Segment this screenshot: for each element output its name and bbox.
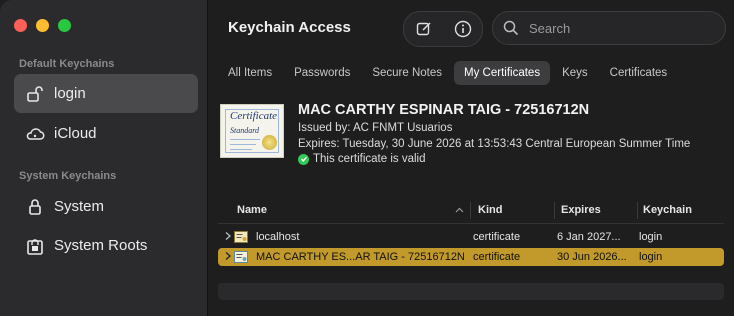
row-name: localhost — [256, 231, 300, 243]
system-keychains-heading: System Keychains — [19, 170, 117, 182]
column-header-kind[interactable]: Kind — [478, 204, 502, 216]
toolbar-button-group — [403, 11, 483, 47]
sidebar-item-system[interactable]: System — [14, 187, 198, 226]
maximize-window-button[interactable] — [58, 19, 71, 32]
compose-icon — [416, 22, 431, 36]
lock-cabinet-icon — [24, 235, 46, 257]
tab-secure-notes[interactable]: Secure Notes — [362, 61, 452, 85]
checkmark-icon — [298, 153, 309, 165]
disclosure-chevron-icon[interactable] — [224, 251, 232, 261]
certificate-summary: Certificate Standard MAC CARTHY ESPINAR … — [220, 100, 734, 170]
tab-certificates[interactable]: Certificates — [600, 61, 678, 85]
info-icon — [454, 20, 471, 38]
category-tabs: All Items Passwords Secure Notes My Cert… — [218, 61, 677, 85]
tab-keys[interactable]: Keys — [552, 61, 598, 85]
column-header-expires[interactable]: Expires — [561, 204, 601, 216]
table-row[interactable]: localhost certificate 6 Jan 2027... logi… — [218, 228, 724, 246]
sidebar-item-icloud[interactable]: iCloud — [14, 114, 198, 153]
certificate-issuer: Issued by: AC FNMT Usuarios — [298, 122, 453, 134]
column-header-keychain[interactable]: Keychain — [643, 204, 692, 216]
minimize-window-button[interactable] — [36, 19, 49, 32]
certificates-table: Name Kind Expires Keychain localhost cer… — [218, 199, 724, 266]
validity-text: This certificate is valid — [313, 153, 426, 165]
sidebar-item-label: login — [54, 85, 86, 102]
row-name: MAC CARTHY ES...AR TAIG - 72516712N — [256, 251, 465, 263]
window-title: Keychain Access — [228, 19, 351, 36]
sidebar-item-label: iCloud — [54, 125, 97, 142]
window-controls — [14, 19, 71, 32]
empty-table-row — [218, 283, 724, 300]
row-expires: 6 Jan 2027... — [557, 231, 621, 243]
main-content: Keychain Access All Items Passwords Secu… — [208, 0, 734, 316]
sidebar-item-login[interactable]: login — [14, 74, 198, 113]
cloud-icon — [24, 123, 46, 145]
row-kind: certificate — [473, 251, 521, 263]
row-keychain: login — [639, 231, 663, 243]
new-item-button[interactable] — [413, 18, 435, 40]
row-expires: 30 Jun 2026... — [557, 251, 627, 263]
sidebar-item-system-roots[interactable]: System Roots — [14, 226, 198, 265]
certificate-icon — [234, 251, 248, 263]
sidebar: Default Keychains login iCloud System Ke… — [0, 0, 208, 316]
certificate-image: Certificate Standard — [220, 104, 284, 158]
tab-all-items[interactable]: All Items — [218, 61, 282, 85]
certificate-expiry: Expires: Tuesday, 30 June 2026 at 13:53:… — [298, 138, 691, 150]
certificate-image-subtitle: Standard — [230, 126, 260, 135]
row-keychain: login — [639, 251, 663, 263]
keychain-access-window: Default Keychains login iCloud System Ke… — [0, 0, 734, 316]
default-keychains-heading: Default Keychains — [19, 58, 115, 70]
certificate-name: MAC CARTHY ESPINAR TAIG - 72516712N — [298, 102, 590, 118]
table-header: Name Kind Expires Keychain — [218, 199, 724, 224]
disclosure-chevron-icon[interactable] — [224, 231, 232, 241]
column-header-name[interactable]: Name — [237, 204, 267, 216]
info-button[interactable] — [452, 18, 474, 40]
close-window-button[interactable] — [14, 19, 27, 32]
certificate-validity: This certificate is valid — [298, 153, 425, 165]
unlocked-padlock-icon — [24, 83, 46, 105]
certificate-icon — [234, 231, 248, 243]
search-field[interactable] — [492, 11, 726, 45]
seal-icon — [262, 135, 277, 150]
padlock-icon — [24, 196, 46, 218]
table-row-selected[interactable]: MAC CARTHY ES...AR TAIG - 72516712N cert… — [218, 248, 724, 266]
sidebar-item-label: System — [54, 198, 105, 215]
tab-passwords[interactable]: Passwords — [284, 61, 360, 85]
tab-my-certificates[interactable]: My Certificates — [454, 61, 551, 85]
sidebar-item-label: System Roots — [54, 237, 148, 254]
search-icon — [503, 20, 519, 36]
sort-ascending-icon[interactable] — [455, 207, 464, 213]
row-kind: certificate — [473, 231, 521, 243]
certificate-image-title: Certificate — [230, 110, 278, 122]
search-input[interactable] — [527, 19, 721, 37]
